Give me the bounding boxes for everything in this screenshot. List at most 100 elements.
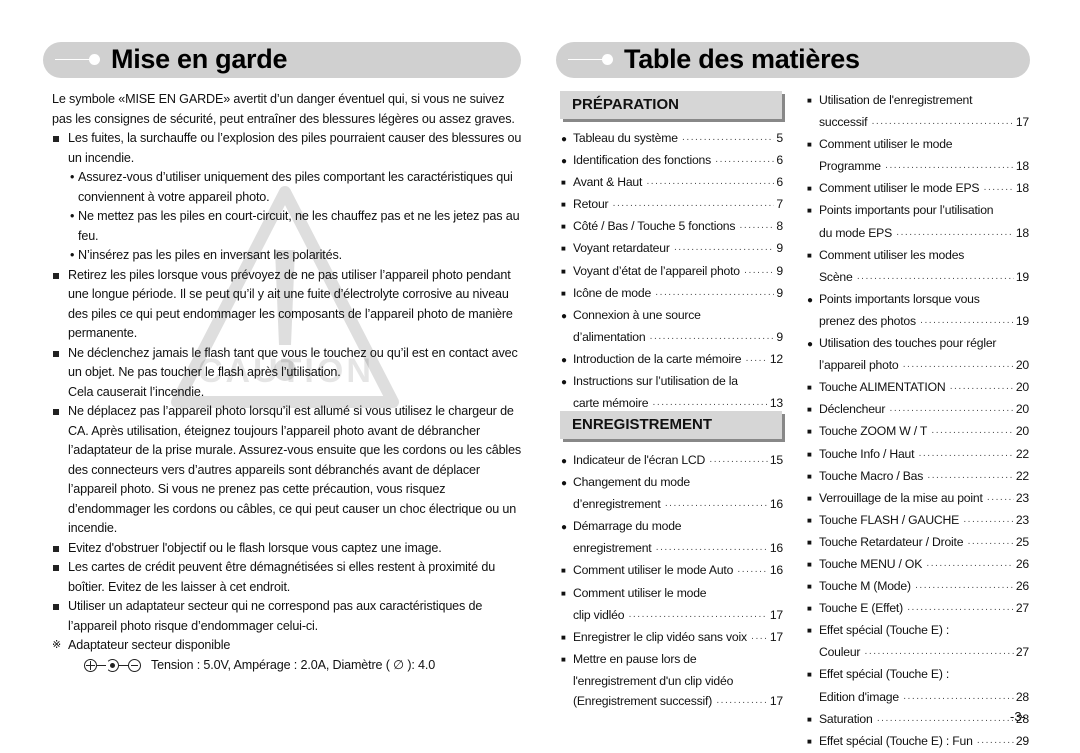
toc-entry-label: Connexion à une source <box>573 307 701 322</box>
circle-bullet-icon <box>561 350 573 371</box>
toc-entry[interactable]: Tableau du système 5 <box>561 128 783 150</box>
circle-bullet-icon <box>561 151 573 172</box>
bullet-icon: • <box>70 248 75 262</box>
toc-page-number: 15 <box>769 453 783 467</box>
toc-entry[interactable]: carte mémoire 13 <box>561 393 783 415</box>
toc-entry-label: Instructions sur l’utilisation de la <box>573 374 738 389</box>
toc-entry[interactable]: Touche MENU / OK 26 <box>807 554 1029 576</box>
toc-entry-label: Avant & Haut <box>573 175 643 190</box>
toc-entry-label: Voyant d’état de l’appareil photo <box>573 263 740 278</box>
toc-entry[interactable]: Identification des fonctions 6 <box>561 150 783 172</box>
toc-leader-dots <box>977 733 1014 753</box>
toc-entry-label: Tableau du système <box>573 131 678 145</box>
toc-entry-label: Touche Info / Haut <box>819 446 915 461</box>
caution-item-text: Ne déclenchez jamais le flash tant que v… <box>68 345 518 380</box>
toc-entry[interactable]: Edition d'image 28 <box>807 687 1029 709</box>
toc-entry[interactable]: (Enregistrement successif) 17 <box>561 691 783 713</box>
toc-entry[interactable]: d’alimentation 9 <box>561 327 783 349</box>
toc-leader-dots <box>646 174 774 194</box>
toc-page-number: 29 <box>1015 733 1029 748</box>
toc-leader-dots <box>907 600 1014 620</box>
square-bullet-icon <box>53 604 59 610</box>
toc-entry[interactable]: Déclencheur 20 <box>807 399 1029 421</box>
toc-entry[interactable]: Programme 18 <box>807 156 1029 178</box>
toc-entry[interactable]: Effet spécial (Touche E) : Fun 29 <box>807 731 1029 753</box>
toc-leader-dots <box>889 401 1014 421</box>
square-bullet-icon <box>561 584 573 605</box>
toc-entry[interactable]: clip vidléo 17 <box>561 605 783 627</box>
toc-entry[interactable]: Touche M (Mode) 26 <box>807 576 1029 598</box>
toc-entry[interactable]: Introduction de la carte mémoire 12 <box>561 349 783 371</box>
toc-entry-label: d’alimentation <box>573 329 646 344</box>
caution-subitem: • Ne mettez pas les piles en court-circu… <box>52 207 522 246</box>
toc-entry[interactable]: prenez des photos 19 <box>807 311 1029 333</box>
toc-entry[interactable]: Retour 7 <box>561 194 783 216</box>
toc-entry-label: Effet spécial (Touche E) : Fun <box>819 733 973 748</box>
toc-leader-dots <box>920 313 1014 333</box>
toc-entry[interactable]: Scène 19 <box>807 267 1029 289</box>
toc-leader-dots <box>655 285 774 305</box>
toc-entry[interactable]: Touche Info / Haut 22 <box>807 444 1029 466</box>
toc-leader-dots <box>682 130 775 150</box>
toc-leader-dots <box>652 395 768 415</box>
toc-page-number: 27 <box>1015 645 1029 660</box>
toc-page-number: 26 <box>1015 556 1029 571</box>
toc-entry: Points importants lorsque vous <box>807 289 1029 311</box>
square-bullet-icon <box>53 136 59 142</box>
center-pin-icon <box>106 658 119 672</box>
toc-entry[interactable]: Voyant d’état de l’appareil photo 9 <box>561 261 783 283</box>
toc-page-number: 20 <box>1015 358 1029 373</box>
toc-entry[interactable]: Comment utiliser le mode Auto 16 <box>561 560 783 582</box>
toc-entry[interactable]: Comment utiliser le mode EPS 18 <box>807 178 1029 200</box>
square-bullet-icon <box>807 489 819 510</box>
reference-mark-icon: ※ <box>52 639 62 651</box>
toc-entry[interactable]: d’enregistrement 16 <box>561 494 783 516</box>
toc-entry[interactable]: Saturation28 <box>807 709 1029 731</box>
toc-entry[interactable]: Touche ZOOM W / T 20 <box>807 421 1029 443</box>
caution-item-text: Les cartes de crédit peuvent être démagn… <box>68 560 496 594</box>
toc-entry[interactable]: Touche FLASH / GAUCHE 23 <box>807 510 1029 532</box>
toc-entry[interactable]: Verrouillage de la mise au point 23 <box>807 488 1029 510</box>
toc-entry-label: Touche ZOOM W / T <box>819 424 928 439</box>
toc-entry[interactable]: Couleur 27 <box>807 642 1029 664</box>
caution-item-text: Evitez d'obstruer l'objectif ou le flash… <box>68 540 442 555</box>
toc-page-number: 17 <box>769 607 783 622</box>
toc-entry-label: carte mémoire <box>573 396 649 411</box>
section-heading-text: ENREGISTREMENT <box>572 416 713 433</box>
square-bullet-icon <box>807 400 819 421</box>
toc-entry: Comment utiliser le mode <box>561 583 783 605</box>
caution-item: Ne déplacez pas l’appareil photo lorsqu’… <box>52 402 522 539</box>
toc-entry-label: Effet spécial (Touche E) : <box>819 623 950 638</box>
toc-entry-label: Points importants pour l’utilisation <box>819 203 994 218</box>
toc-entry: Effet spécial (Touche E) : <box>807 620 1029 642</box>
caution-item-text: Utiliser un adaptateur secteur qui ne co… <box>68 599 483 633</box>
toc-page-number: 9 <box>776 263 783 278</box>
toc-entry[interactable]: successif 17 <box>807 112 1029 134</box>
toc-entry[interactable]: Touche ALIMENTATION 20 <box>807 377 1029 399</box>
toc-entry[interactable]: Avant & Haut 6 <box>561 172 783 194</box>
toc-entry[interactable]: l’appareil photo 20 <box>807 355 1029 377</box>
toc-entry[interactable]: Icône de mode 9 <box>561 283 783 305</box>
connector-line <box>97 664 106 666</box>
toc-page-number: 16 <box>769 497 783 512</box>
caution-item: Retirez les piles lorsque vous prévoyez … <box>52 266 522 344</box>
toc-leader-dots <box>612 196 774 216</box>
square-bullet-icon <box>807 378 819 399</box>
toc-entry[interactable]: Touche E (Effet) 27 <box>807 598 1029 620</box>
toc-entry[interactable]: Côté / Bas / Touche 5 fonctions 8 <box>561 216 783 238</box>
toc-entry[interactable]: du mode EPS 18 <box>807 223 1029 245</box>
toc-entry-label: Verrouillage de la mise au point <box>819 490 983 505</box>
title-bar-line-decoration <box>55 59 91 60</box>
section-title-bar-mise-en-garde: Mise en garde <box>43 42 521 78</box>
toc-page-number: 18 <box>1015 181 1029 196</box>
toc-entry-label: Changement du mode <box>573 475 691 490</box>
toc-entry[interactable]: Voyant retardateur 9 <box>561 238 783 260</box>
toc-entry[interactable]: Indicateur de l'écran LCD 15 <box>561 450 783 472</box>
toc-leader-dots <box>902 357 1013 377</box>
toc-entry[interactable]: enregistrement 16 <box>561 538 783 560</box>
toc-entry-label: Indicateur de l'écran LCD <box>573 453 706 467</box>
toc-entry[interactable]: Touche Macro / Bas 22 <box>807 466 1029 488</box>
toc-page-number: 26 <box>1015 579 1029 594</box>
toc-entry[interactable]: Enregistrer le clip vidéo sans voix 17 <box>561 627 783 649</box>
toc-entry[interactable]: Touche Retardateur / Droite 25 <box>807 532 1029 554</box>
